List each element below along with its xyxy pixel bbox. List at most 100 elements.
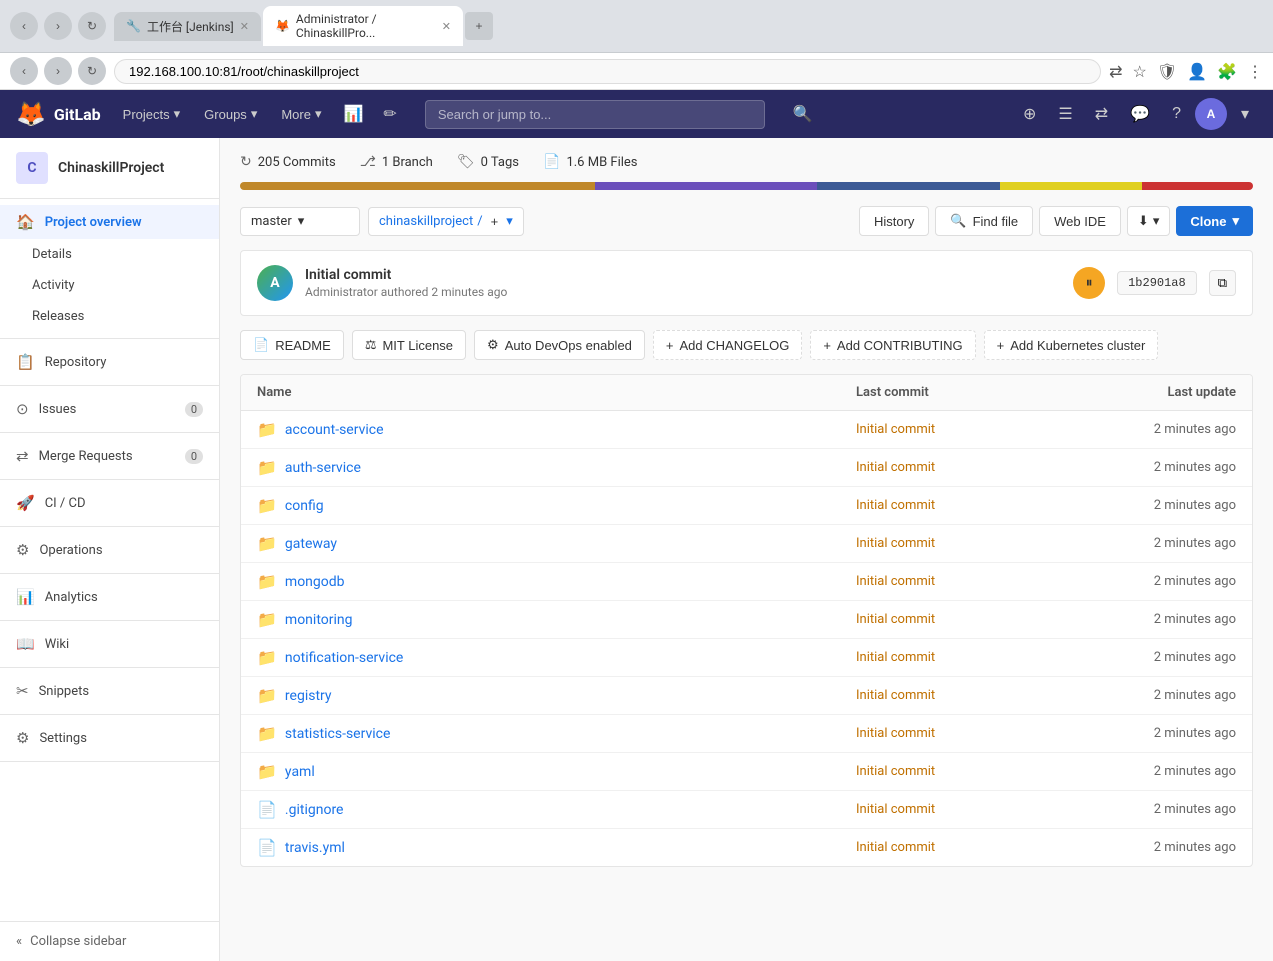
sidebar-item-snippets[interactable]: ✂ Snippets [0, 674, 219, 708]
sidebar-item-issues[interactable]: ⊙ Issues 0 [0, 392, 219, 426]
table-row[interactable]: 📄 .gitignore Initial commit 2 minutes ag… [241, 791, 1252, 829]
file-commit-cell[interactable]: Initial commit [856, 650, 1056, 665]
table-row[interactable]: 📁 notification-service Initial commit 2 … [241, 639, 1252, 677]
tab-gitlab-close[interactable]: ✕ [442, 20, 451, 33]
sidebar-item-operations[interactable]: ⚙ Operations [0, 533, 219, 567]
branch-stat[interactable]: ⎇ 1 Branch [360, 154, 433, 170]
add-path-button[interactable]: + [487, 214, 503, 229]
merge-request-button[interactable]: ⇄ [1087, 98, 1116, 130]
table-row[interactable]: 📁 gateway Initial commit 2 minutes ago [241, 525, 1252, 563]
file-commit-cell[interactable]: Initial commit [856, 840, 1056, 855]
path-project[interactable]: chinaskillproject [379, 214, 473, 229]
file-name-cell[interactable]: 📁 config [257, 496, 856, 515]
file-commit-cell[interactable]: Initial commit [856, 574, 1056, 589]
table-row[interactable]: 📁 config Initial commit 2 minutes ago [241, 487, 1252, 525]
history-button[interactable]: History [859, 206, 929, 236]
files-stat[interactable]: 📄 1.6 MB Files [543, 154, 638, 170]
groups-menu[interactable]: Groups ▾ [194, 100, 267, 128]
file-commit-cell[interactable]: Initial commit [856, 536, 1056, 551]
tags-stat[interactable]: 🏷 0 Tags [457, 154, 519, 170]
back-button[interactable]: ‹ [10, 12, 38, 40]
file-table-header: Name Last commit Last update [241, 375, 1252, 411]
file-name-cell[interactable]: 📄 travis.yml [257, 838, 856, 857]
commit-hash[interactable]: 1b2901a8 [1117, 271, 1197, 295]
user-avatar-button[interactable]: A [1195, 98, 1227, 130]
tab-jenkins[interactable]: 🔧 工作台 [Jenkins] ✕ [114, 12, 261, 41]
web-ide-button[interactable]: Web IDE [1039, 206, 1121, 236]
file-commit-cell[interactable]: Initial commit [856, 422, 1056, 437]
file-name-cell[interactable]: 📁 mongodb [257, 572, 856, 591]
file-commit-cell[interactable]: Initial commit [856, 688, 1056, 703]
sidebar-item-merge-requests[interactable]: ⇄ Merge Requests 0 [0, 439, 219, 473]
commits-stat[interactable]: ↻ 205 Commits [240, 154, 336, 170]
user-chevron-button[interactable]: ▾ [1233, 98, 1257, 130]
file-name-cell[interactable]: 📁 gateway [257, 534, 856, 553]
table-row[interactable]: 📄 travis.yml Initial commit 2 minutes ag… [241, 829, 1252, 866]
tab-jenkins-close[interactable]: ✕ [240, 20, 249, 33]
table-row[interactable]: 📁 account-service Initial commit 2 minut… [241, 411, 1252, 449]
reload-button[interactable]: ↻ [78, 12, 106, 40]
hamburger-button[interactable]: ☰ [1050, 98, 1080, 130]
file-icon: 📄 [257, 838, 277, 857]
plus-button[interactable]: ⊕ [1015, 98, 1044, 130]
global-search-input[interactable] [425, 100, 765, 129]
commit-title[interactable]: Initial commit [305, 267, 1061, 283]
file-name-cell[interactable]: 📁 account-service [257, 420, 856, 439]
file-commit-cell[interactable]: Initial commit [856, 764, 1056, 779]
table-row[interactable]: 📁 registry Initial commit 2 minutes ago [241, 677, 1252, 715]
page-forward-button[interactable]: › [44, 57, 72, 85]
search-button[interactable]: 🔍 [785, 98, 821, 130]
table-row[interactable]: 📁 monitoring Initial commit 2 minutes ag… [241, 601, 1252, 639]
clone-button[interactable]: Clone ▾ [1176, 206, 1253, 236]
file-name-cell[interactable]: 📁 yaml [257, 762, 856, 781]
tab-gitlab[interactable]: 🦊 Administrator / ChinaskillPro... ✕ [263, 6, 463, 46]
table-row[interactable]: 📁 yaml Initial commit 2 minutes ago [241, 753, 1252, 791]
sidebar-item-wiki[interactable]: 📖 Wiki [0, 627, 219, 661]
issues-button[interactable]: 💬 [1122, 98, 1158, 130]
file-name-cell[interactable]: 📁 notification-service [257, 648, 856, 667]
copy-hash-button[interactable]: ⧉ [1209, 270, 1236, 296]
file-name-cell[interactable]: 📁 registry [257, 686, 856, 705]
projects-menu[interactable]: Projects ▾ [113, 100, 191, 128]
readme-button[interactable]: 📄 README [240, 330, 344, 360]
add-changelog-button[interactable]: + Add CHANGELOG [653, 330, 802, 360]
sidebar-item-analytics[interactable]: 📊 Analytics [0, 580, 219, 614]
sidebar-item-releases[interactable]: Releases [0, 301, 219, 332]
file-commit-cell[interactable]: Initial commit [856, 612, 1056, 627]
sidebar-item-details[interactable]: Details [0, 239, 219, 270]
file-commit-cell[interactable]: Initial commit [856, 802, 1056, 817]
help-button[interactable]: ? [1164, 99, 1189, 129]
license-button[interactable]: ⚖ MIT License [352, 330, 466, 360]
table-row[interactable]: 📁 mongodb Initial commit 2 minutes ago [241, 563, 1252, 601]
branch-selector[interactable]: master ▾ [240, 207, 360, 236]
page-reload-button[interactable]: ↻ [78, 57, 106, 85]
add-contributing-button[interactable]: + Add CONTRIBUTING [810, 330, 975, 360]
sidebar-item-cicd[interactable]: 🚀 CI / CD [0, 486, 219, 520]
find-file-button[interactable]: 🔍 Find file [935, 206, 1033, 236]
download-button[interactable]: ⬇ ▾ [1127, 206, 1170, 236]
more-menu[interactable]: More ▾ [271, 100, 331, 128]
sidebar-item-activity[interactable]: Activity [0, 270, 219, 301]
autodevops-button[interactable]: ⚙ Auto DevOps enabled [474, 330, 645, 360]
page-back-button[interactable]: ‹ [10, 57, 38, 85]
address-input[interactable] [114, 59, 1101, 84]
commit-emoji-button[interactable]: ⏸ [1073, 267, 1105, 299]
file-name-cell[interactable]: 📁 statistics-service [257, 724, 856, 743]
forward-button[interactable]: › [44, 12, 72, 40]
table-row[interactable]: 📁 auth-service Initial commit 2 minutes … [241, 449, 1252, 487]
add-kubernetes-button[interactable]: + Add Kubernetes cluster [984, 330, 1159, 360]
file-name-cell[interactable]: 📁 auth-service [257, 458, 856, 477]
table-row[interactable]: 📁 statistics-service Initial commit 2 mi… [241, 715, 1252, 753]
new-tab-button[interactable]: + [465, 12, 493, 40]
activity-graph-button[interactable]: 📊 [336, 98, 372, 130]
sidebar-item-project-overview[interactable]: 🏠 Project overview [0, 205, 219, 239]
file-name-cell[interactable]: 📄 .gitignore [257, 800, 856, 819]
sidebar-item-repository[interactable]: 📋 Repository [0, 345, 219, 379]
file-commit-cell[interactable]: Initial commit [856, 498, 1056, 513]
sidebar-item-settings[interactable]: ⚙ Settings [0, 721, 219, 755]
file-name-cell[interactable]: 📁 monitoring [257, 610, 856, 629]
collapse-sidebar-button[interactable]: « Collapse sidebar [0, 921, 219, 961]
edit-button[interactable]: ✏ [375, 98, 404, 130]
file-commit-cell[interactable]: Initial commit [856, 460, 1056, 475]
file-commit-cell[interactable]: Initial commit [856, 726, 1056, 741]
